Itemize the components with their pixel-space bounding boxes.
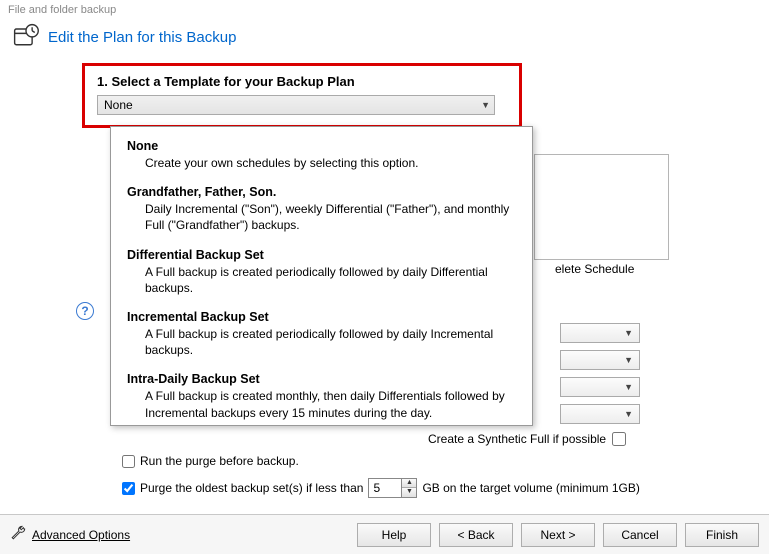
chevron-down-icon: ▼ (624, 409, 633, 419)
template-option-title: None (127, 139, 516, 153)
template-option-gfs[interactable]: Grandfather, Father, Son. Daily Incremen… (111, 181, 532, 243)
retention-dropdown-2[interactable]: ▼ (560, 350, 640, 370)
run-purge-label: Run the purge before backup. (140, 454, 299, 468)
finish-button[interactable]: Finish (685, 523, 759, 547)
next-button[interactable]: Next > (521, 523, 595, 547)
calendar-clock-icon (12, 22, 40, 53)
spinner-down-icon[interactable]: ▼ (402, 488, 416, 497)
purge-gb-input[interactable] (369, 479, 401, 497)
cancel-button[interactable]: Cancel (603, 523, 677, 547)
wrench-icon (10, 525, 26, 544)
retention-dropdown-1[interactable]: ▼ (560, 323, 640, 343)
retention-dropdown-3[interactable]: ▼ (560, 377, 640, 397)
schedule-preview-box (534, 154, 669, 260)
chevron-down-icon: ▼ (624, 382, 633, 392)
chevron-down-icon: ▼ (624, 355, 633, 365)
page-header: Edit the Plan for this Backup (0, 18, 769, 63)
advanced-options-label: Advanced Options (32, 528, 130, 542)
template-option-title: Intra-Daily Backup Set (127, 372, 516, 386)
help-icon[interactable]: ? (76, 302, 94, 320)
purge-oldest-checkbox[interactable] (122, 482, 135, 495)
template-option-desc: A Full backup is created periodically fo… (145, 264, 516, 296)
template-dropdown-value: None (104, 98, 133, 112)
run-purge-checkbox[interactable] (122, 455, 135, 468)
delete-schedule-label[interactable]: elete Schedule (555, 262, 634, 276)
template-dropdown[interactable]: None ▼ (97, 95, 495, 115)
template-option-desc: Create your own schedules by selecting t… (145, 155, 516, 171)
run-purge-row: Run the purge before backup. (122, 454, 299, 468)
template-option-title: Differential Backup Set (127, 248, 516, 262)
chevron-down-icon: ▼ (481, 100, 490, 110)
template-option-incremental[interactable]: Incremental Backup Set A Full backup is … (111, 306, 532, 368)
chevron-down-icon: ▼ (624, 328, 633, 338)
template-option-desc: A Full backup is created monthly, then d… (145, 388, 516, 420)
back-button[interactable]: < Back (439, 523, 513, 547)
bottom-toolbar: Advanced Options Help < Back Next > Canc… (0, 514, 769, 554)
template-option-desc: Daily Incremental ("Son"), weekly Differ… (145, 201, 516, 233)
purge-oldest-row: Purge the oldest backup set(s) if less t… (122, 478, 640, 498)
template-highlight-box: 1. Select a Template for your Backup Pla… (82, 63, 522, 128)
template-option-title: Incremental Backup Set (127, 310, 516, 324)
help-button[interactable]: Help (357, 523, 431, 547)
template-option-desc: A Full backup is created periodically fo… (145, 326, 516, 358)
purge-gb-spinner[interactable]: ▲ ▼ (368, 478, 417, 498)
spinner-up-icon[interactable]: ▲ (402, 479, 416, 488)
template-option-title: Grandfather, Father, Son. (127, 185, 516, 199)
template-dropdown-panel[interactable]: None Create your own schedules by select… (110, 126, 533, 426)
template-section-title: 1. Select a Template for your Backup Pla… (97, 74, 507, 89)
purge-oldest-label-post: GB on the target volume (minimum 1GB) (422, 481, 639, 495)
advanced-options-link[interactable]: Advanced Options (10, 525, 130, 544)
synthetic-full-row: Create a Synthetic Full if possible (428, 432, 626, 446)
template-option-differential[interactable]: Differential Backup Set A Full backup is… (111, 244, 532, 306)
synthetic-full-label: Create a Synthetic Full if possible (428, 432, 606, 446)
page-title: Edit the Plan for this Backup (48, 29, 236, 46)
window-title: File and folder backup (0, 0, 769, 18)
template-option-intradaily[interactable]: Intra-Daily Backup Set A Full backup is … (111, 368, 532, 426)
template-option-none[interactable]: None Create your own schedules by select… (111, 135, 532, 181)
retention-dropdown-4[interactable]: ▼ (560, 404, 640, 424)
template-section: 1. Select a Template for your Backup Pla… (96, 63, 769, 128)
synthetic-full-checkbox[interactable] (612, 432, 626, 446)
purge-oldest-label-pre: Purge the oldest backup set(s) if less t… (140, 481, 363, 495)
